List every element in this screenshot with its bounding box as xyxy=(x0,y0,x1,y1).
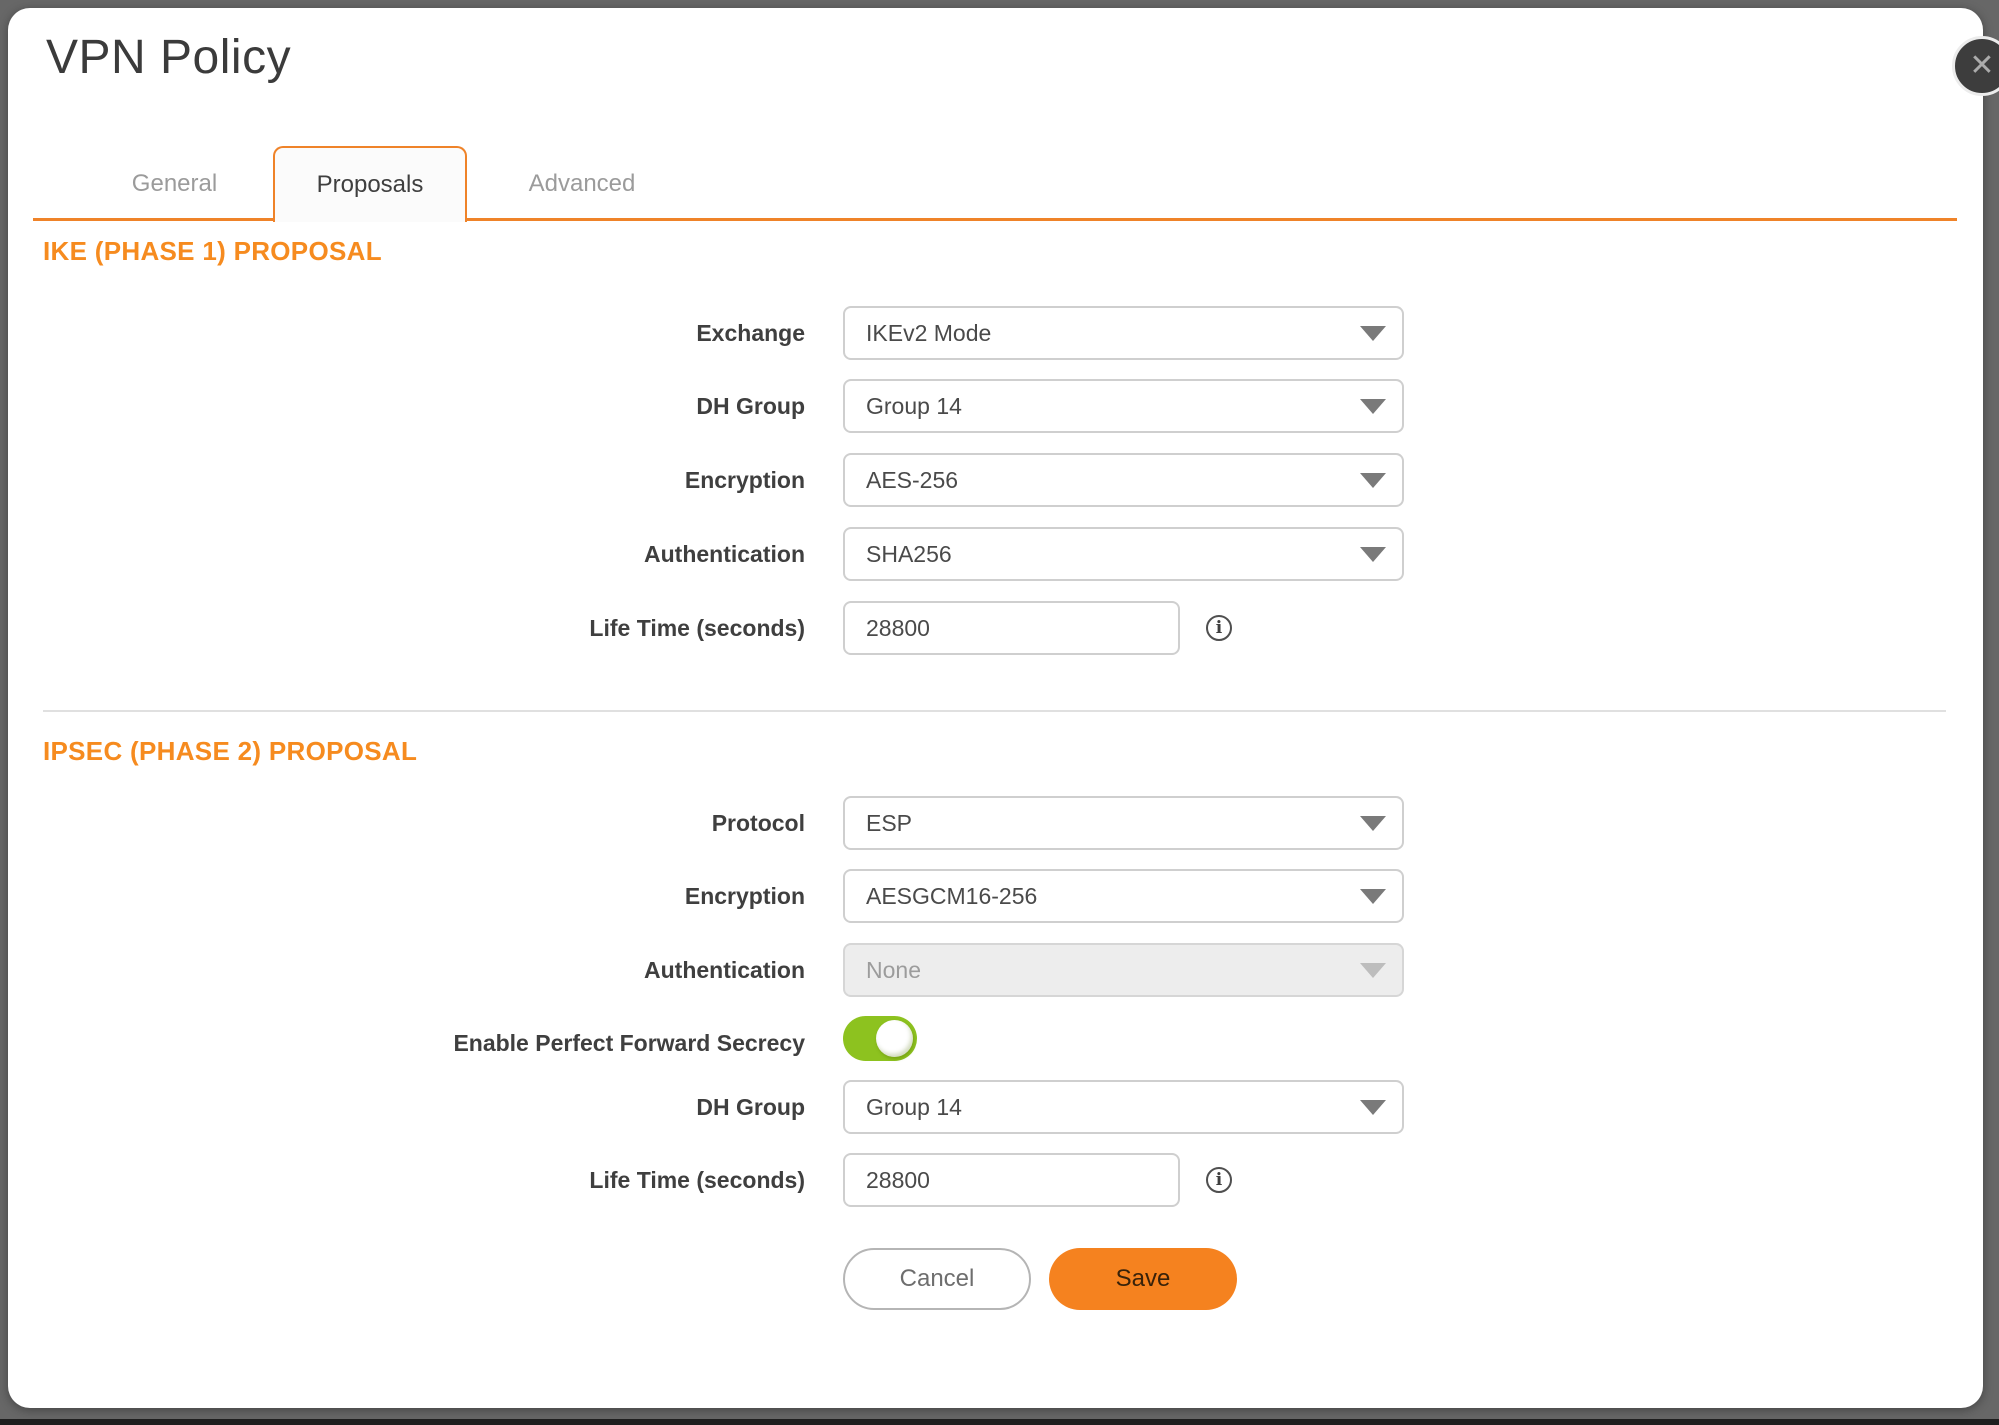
tab-advanced-label: Advanced xyxy=(529,170,636,198)
phase1-life-time-label: Life Time (seconds) xyxy=(8,601,805,655)
section-divider xyxy=(43,710,1946,712)
info-icon[interactable]: i xyxy=(1206,1167,1232,1193)
phase1-section-heading: IKE (PHASE 1) PROPOSAL xyxy=(43,236,382,267)
phase1-authentication-select[interactable]: SHA256 xyxy=(843,527,1404,581)
tab-proposals-label: Proposals xyxy=(317,171,424,199)
protocol-label: Protocol xyxy=(8,796,805,850)
pfs-label: Enable Perfect Forward Secrecy xyxy=(8,1016,805,1070)
phase1-dh-group-select-value: Group 14 xyxy=(866,393,962,420)
phase2-authentication-select: None xyxy=(843,943,1404,997)
tab-bar: General Proposals Advanced xyxy=(76,146,697,222)
tab-proposals[interactable]: Proposals xyxy=(273,146,467,222)
chevron-down-icon xyxy=(1360,1100,1386,1115)
save-button-label: Save xyxy=(1116,1265,1171,1293)
page-title: VPN Policy xyxy=(46,30,291,85)
phase1-life-time-input[interactable] xyxy=(843,601,1180,655)
phase1-encryption-select[interactable]: AES-256 xyxy=(843,453,1404,507)
phase2-dh-group-label: DH Group xyxy=(8,1080,805,1134)
exchange-select-value: IKEv2 Mode xyxy=(866,320,991,347)
tab-advanced[interactable]: Advanced xyxy=(467,146,697,222)
chevron-down-icon xyxy=(1360,963,1386,978)
chevron-down-icon xyxy=(1360,326,1386,341)
phase1-encryption-label: Encryption xyxy=(8,453,805,507)
pfs-toggle[interactable] xyxy=(843,1016,917,1061)
tab-general[interactable]: General xyxy=(76,146,273,222)
phase1-authentication-label: Authentication xyxy=(8,527,805,581)
phase1-dh-group-select[interactable]: Group 14 xyxy=(843,379,1404,433)
chevron-down-icon xyxy=(1360,399,1386,414)
phase2-dh-group-select[interactable]: Group 14 xyxy=(843,1080,1404,1134)
protocol-select-value: ESP xyxy=(866,810,912,837)
exchange-label: Exchange xyxy=(8,306,805,360)
exchange-select[interactable]: IKEv2 Mode xyxy=(843,306,1404,360)
phase2-encryption-select[interactable]: AESGCM16-256 xyxy=(843,869,1404,923)
toggle-knob xyxy=(876,1020,913,1057)
protocol-select[interactable]: ESP xyxy=(843,796,1404,850)
phase2-authentication-label: Authentication xyxy=(8,943,805,997)
vpn-policy-dialog: VPN Policy General Proposals Advanced IK… xyxy=(8,8,1983,1408)
cancel-button-label: Cancel xyxy=(900,1265,975,1293)
cancel-button[interactable]: Cancel xyxy=(843,1248,1031,1310)
info-icon[interactable]: i xyxy=(1206,615,1232,641)
phase2-life-time-label: Life Time (seconds) xyxy=(8,1153,805,1207)
phase2-authentication-select-value: None xyxy=(866,957,921,984)
tab-general-label: General xyxy=(132,170,217,198)
phase2-life-time-input[interactable] xyxy=(843,1153,1180,1207)
chevron-down-icon xyxy=(1360,816,1386,831)
chevron-down-icon xyxy=(1360,547,1386,562)
phase2-encryption-label: Encryption xyxy=(8,869,805,923)
phase1-dh-group-label: DH Group xyxy=(8,379,805,433)
phase1-authentication-select-value: SHA256 xyxy=(866,541,952,568)
phase2-encryption-select-value: AESGCM16-256 xyxy=(866,883,1037,910)
save-button[interactable]: Save xyxy=(1049,1248,1237,1310)
chevron-down-icon xyxy=(1360,889,1386,904)
close-x-glyph: ✕ xyxy=(1969,51,1994,81)
phase2-section-heading: IPSEC (PHASE 2) PROPOSAL xyxy=(43,736,417,767)
phase2-dh-group-select-value: Group 14 xyxy=(866,1094,962,1121)
chevron-down-icon xyxy=(1360,473,1386,488)
phase1-encryption-select-value: AES-256 xyxy=(866,467,958,494)
